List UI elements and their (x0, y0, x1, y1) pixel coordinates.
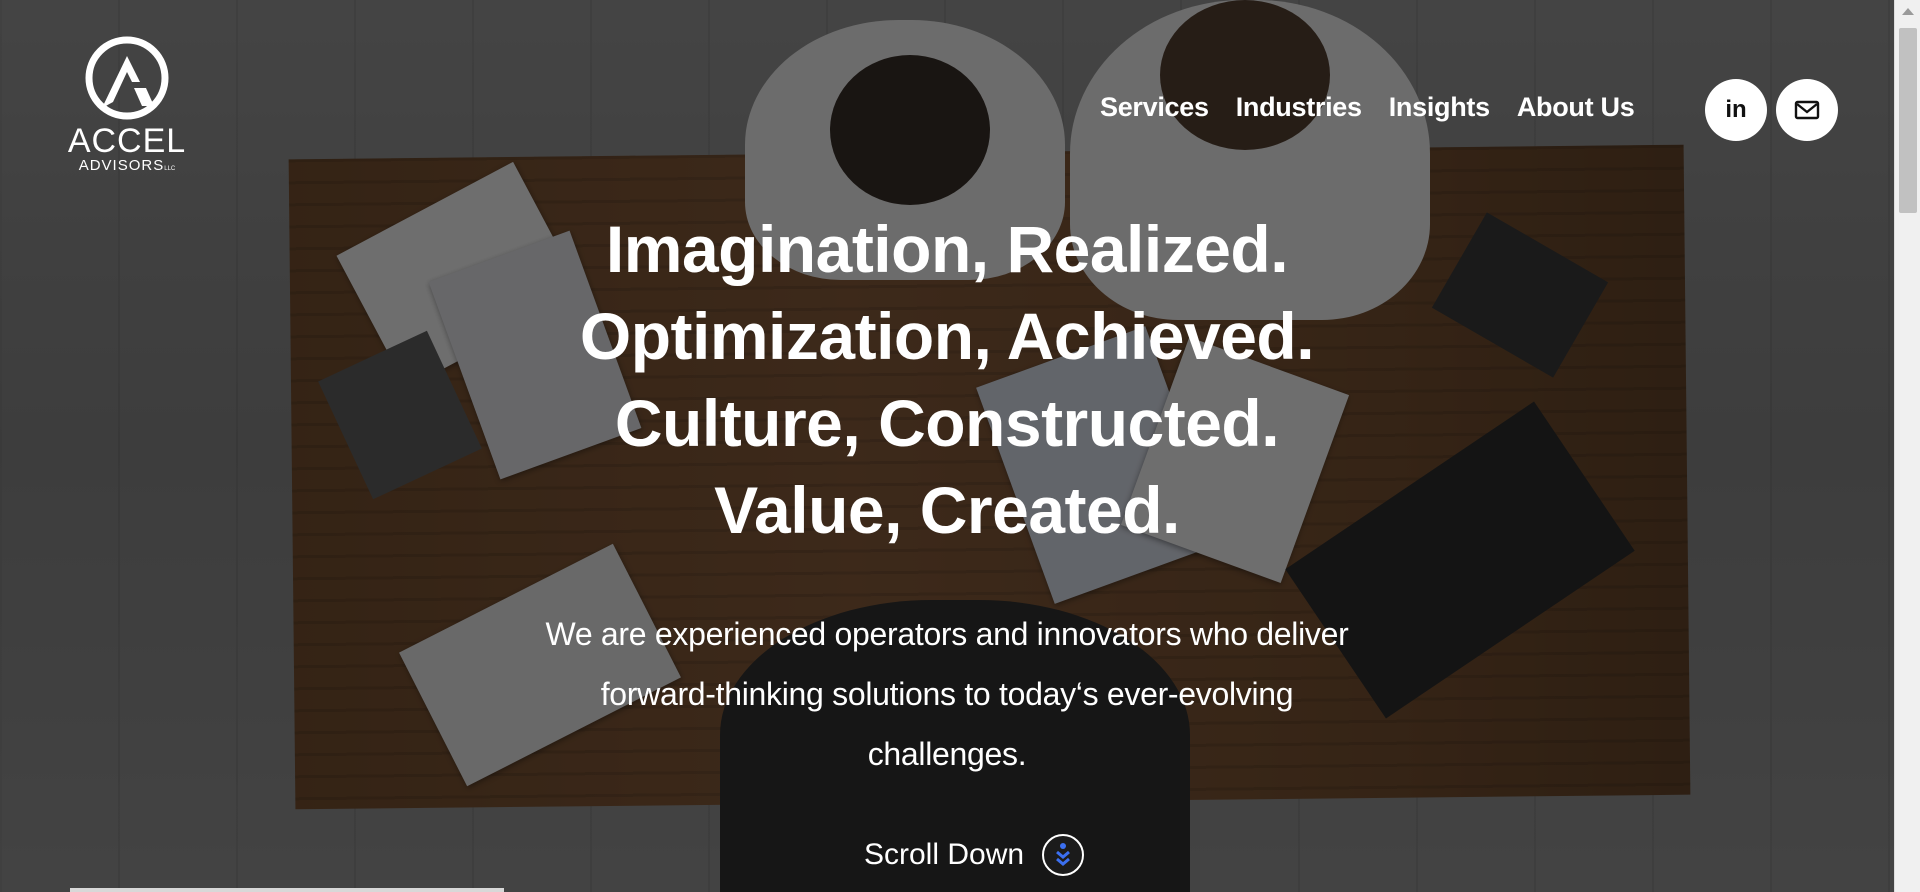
nav-services[interactable]: Services (1100, 92, 1209, 123)
brand-name: ACCEL (67, 122, 187, 160)
headline-line: Imagination, Realized. (605, 212, 1289, 286)
email-button[interactable] (1776, 79, 1838, 141)
scroll-up-arrow-icon[interactable] (1902, 8, 1914, 15)
scroll-down-label: Scroll Down (864, 838, 1025, 871)
headline-line: Value, Created. (714, 473, 1180, 547)
nav-about-us[interactable]: About Us (1517, 92, 1635, 123)
nav-industries[interactable]: Industries (1236, 92, 1362, 123)
headline-line: Optimization, Achieved. (579, 299, 1315, 373)
scroll-down-link[interactable]: Scroll Down (864, 834, 1085, 876)
linkedin-icon: in (1725, 96, 1747, 123)
brand-logo[interactable]: ACCEL ADVISORSLLC (62, 36, 192, 186)
linkedin-button[interactable]: in (1705, 79, 1767, 141)
nav-insights[interactable]: Insights (1389, 92, 1490, 123)
brand-sub-text: ADVISORS (78, 157, 165, 174)
main-nav: Services Industries Insights About Us (1100, 92, 1635, 123)
chevron-double-down-icon (1056, 843, 1071, 866)
hero-headline: Imagination, Realized. Optimization, Ach… (0, 206, 1894, 554)
brand-subtitle: ADVISORSLLC (62, 158, 192, 177)
page-progress-bar (70, 888, 504, 892)
hero-description: We are experienced operators and innovat… (545, 616, 1349, 772)
scrollbar-thumb[interactable] (1899, 28, 1917, 213)
mail-icon (1794, 100, 1820, 120)
browser-scrollbar[interactable] (1894, 0, 1920, 892)
accel-logo-icon (85, 36, 169, 120)
headline-line: Culture, Constructed. (614, 386, 1280, 460)
scroll-down-button[interactable] (1042, 834, 1085, 876)
brand-suffix: LLC (164, 166, 176, 172)
